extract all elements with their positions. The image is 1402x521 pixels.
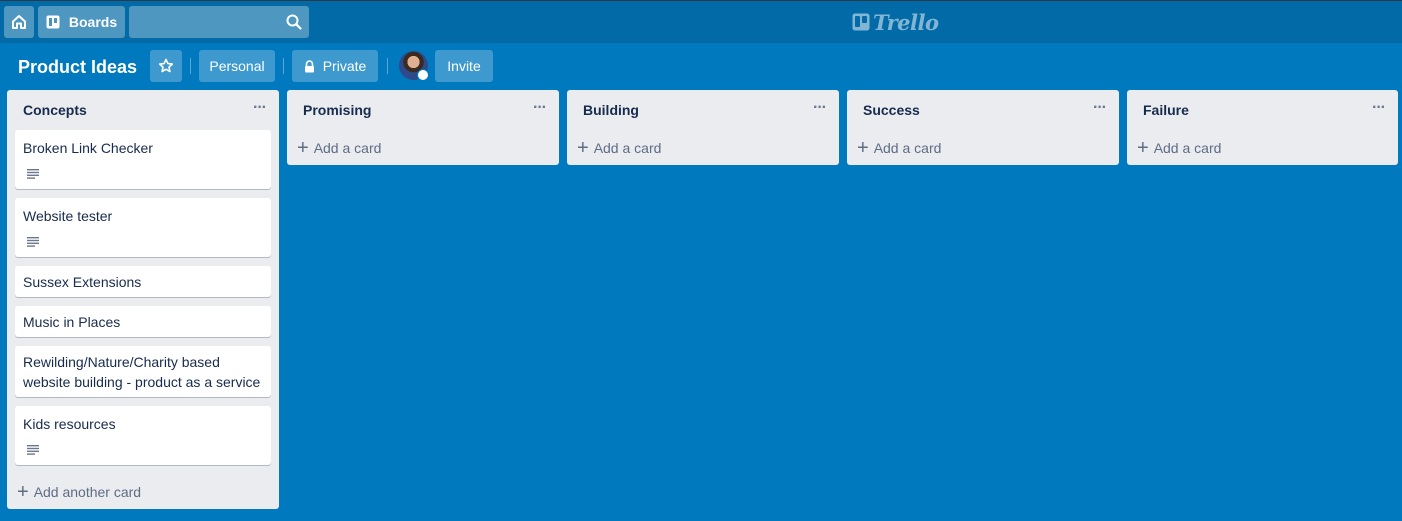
trello-logo[interactable]: Trello bbox=[852, 9, 939, 35]
card-title: Website tester bbox=[23, 208, 113, 224]
list-building: Building ··· + Add a card bbox=[567, 90, 839, 165]
team-button[interactable]: Personal bbox=[199, 50, 275, 82]
list-header[interactable]: Failure ··· bbox=[1127, 90, 1398, 130]
plus-icon: + bbox=[1137, 137, 1149, 159]
add-card-label: Add a card bbox=[873, 140, 942, 156]
list-header[interactable]: Concepts ··· bbox=[7, 90, 279, 130]
visibility-button[interactable]: Private bbox=[292, 50, 378, 82]
list-title[interactable]: Success bbox=[863, 102, 920, 118]
member-avatar[interactable] bbox=[399, 51, 429, 81]
card-title: Sussex Extensions bbox=[23, 274, 142, 290]
home-icon bbox=[12, 15, 26, 29]
list-header[interactable]: Promising ··· bbox=[287, 90, 559, 130]
ellipsis-icon[interactable]: ··· bbox=[533, 99, 547, 117]
card-title: Music in Places bbox=[23, 314, 121, 330]
search-input[interactable] bbox=[129, 6, 309, 38]
ellipsis-icon[interactable]: ··· bbox=[253, 99, 267, 117]
plus-icon: + bbox=[17, 481, 29, 503]
add-card-button[interactable]: + Add a card bbox=[577, 134, 661, 162]
star-icon bbox=[158, 58, 174, 73]
admin-badge-icon bbox=[417, 69, 429, 81]
add-card-label: Add a card bbox=[1153, 140, 1222, 156]
add-card-button[interactable]: + Add a card bbox=[297, 134, 381, 162]
ellipsis-icon[interactable]: ··· bbox=[1372, 99, 1386, 117]
description-icon bbox=[27, 445, 39, 455]
add-card-label: Add a card bbox=[313, 140, 382, 156]
logo-text: Trello bbox=[873, 9, 939, 35]
header-divider bbox=[283, 58, 284, 74]
plus-icon: + bbox=[857, 137, 869, 159]
home-button[interactable] bbox=[4, 6, 34, 38]
card[interactable]: Rewilding/Nature/Charity based website b… bbox=[15, 346, 271, 397]
add-card-button[interactable]: + Add another card bbox=[17, 478, 141, 506]
card[interactable]: Sussex Extensions bbox=[15, 266, 271, 297]
lock-icon bbox=[304, 59, 314, 72]
boards-button[interactable]: Boards bbox=[38, 6, 125, 38]
visibility-label: Private bbox=[322, 58, 367, 74]
description-icon bbox=[27, 169, 39, 179]
list-failure: Failure ··· + Add a card bbox=[1127, 90, 1398, 165]
star-button[interactable] bbox=[150, 50, 182, 82]
plus-icon: + bbox=[577, 137, 589, 159]
add-card-button[interactable]: + Add a card bbox=[1137, 134, 1221, 162]
list-header[interactable]: Success ··· bbox=[847, 90, 1119, 130]
board-title[interactable]: Product Ideas bbox=[18, 55, 137, 79]
card-title: Rewilding/Nature/Charity based website b… bbox=[23, 354, 261, 390]
ellipsis-icon[interactable]: ··· bbox=[1093, 99, 1107, 117]
list-concepts: Concepts ··· Broken Link Checker Website… bbox=[7, 90, 279, 509]
list-title[interactable]: Building bbox=[583, 102, 639, 118]
invite-label: Invite bbox=[447, 58, 481, 74]
description-icon bbox=[27, 237, 39, 247]
card-title: Broken Link Checker bbox=[23, 140, 153, 156]
plus-icon: + bbox=[297, 137, 309, 159]
add-card-label: Add a card bbox=[593, 140, 662, 156]
invite-button[interactable]: Invite bbox=[435, 50, 493, 82]
list-title[interactable]: Concepts bbox=[23, 102, 87, 118]
boards-label: Boards bbox=[68, 14, 118, 30]
card-title: Kids resources bbox=[23, 416, 116, 432]
boards-icon bbox=[46, 15, 60, 29]
list-title[interactable]: Promising bbox=[303, 102, 371, 118]
top-bar: Boards Trello bbox=[0, 0, 1402, 43]
add-card-button[interactable]: + Add a card bbox=[857, 134, 941, 162]
search-icon[interactable] bbox=[286, 14, 302, 30]
ellipsis-icon[interactable]: ··· bbox=[813, 99, 827, 117]
header-divider bbox=[190, 58, 191, 74]
list-title[interactable]: Failure bbox=[1143, 102, 1189, 118]
add-card-label: Add another card bbox=[33, 484, 142, 500]
card[interactable]: Music in Places bbox=[15, 306, 271, 337]
list-header[interactable]: Building ··· bbox=[567, 90, 839, 130]
list-promising: Promising ··· + Add a card bbox=[287, 90, 559, 165]
list-success: Success ··· + Add a card bbox=[847, 90, 1119, 165]
card[interactable]: Broken Link Checker bbox=[15, 130, 271, 189]
trello-logo-icon bbox=[852, 13, 870, 31]
team-label: Personal bbox=[209, 58, 265, 74]
card[interactable]: Website tester bbox=[15, 198, 271, 257]
header-divider bbox=[387, 58, 388, 74]
card[interactable]: Kids resources bbox=[15, 406, 271, 465]
